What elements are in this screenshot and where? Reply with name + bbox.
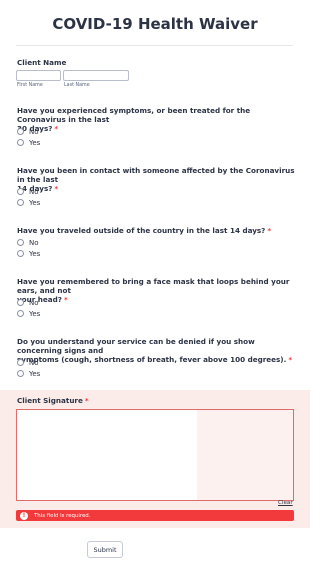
signature-label: Client Signature *: [17, 396, 297, 405]
question-3-label: Have you traveled outside of the country…: [17, 226, 297, 235]
question-3-text-line1: Have you traveled outside of the country…: [17, 226, 266, 235]
last-name-input[interactable]: [63, 70, 129, 81]
question-5-text-line1: Do you understand your service can be de…: [17, 337, 255, 355]
form-title: COVID-19 Health Waiver: [52, 15, 258, 33]
radio-icon[interactable]: [17, 139, 24, 146]
radio-icon[interactable]: [17, 188, 24, 195]
alert-icon: !: [20, 511, 28, 520]
question-5-label: Do you understand your service can be de…: [17, 337, 297, 364]
error-message: ! This field is required.: [16, 510, 294, 521]
question-4-option-no[interactable]: No: [17, 298, 39, 307]
submit-button[interactable]: Submit: [87, 541, 123, 558]
option-label: No: [29, 238, 39, 247]
first-name-sublabel: First Name: [17, 83, 43, 88]
question-1-text-line1: Have you experienced symptoms, or been t…: [17, 106, 251, 124]
required-marker: *: [84, 396, 89, 405]
radio-icon[interactable]: [17, 239, 24, 246]
question-2-label: Have you been in contact with someone af…: [17, 166, 297, 193]
signature-pad-shade: [197, 410, 293, 500]
radio-icon[interactable]: [17, 359, 24, 366]
required-marker: *: [288, 355, 293, 364]
question-1-option-yes[interactable]: Yes: [17, 138, 40, 147]
question-1-label: Have you experienced symptoms, or been t…: [17, 106, 297, 133]
option-label: Yes: [29, 198, 41, 207]
question-3-option-no[interactable]: No: [17, 238, 39, 247]
radio-icon[interactable]: [17, 299, 24, 306]
option-label: Yes: [29, 249, 41, 258]
question-5-option-no[interactable]: No: [17, 358, 39, 367]
radio-icon[interactable]: [17, 250, 24, 257]
client-name-label: Client Name: [17, 58, 67, 67]
option-label: No: [29, 358, 39, 367]
question-4-option-yes[interactable]: Yes: [17, 309, 40, 318]
radio-icon[interactable]: [17, 199, 24, 206]
question-2-text-line1: Have you been in contact with someone af…: [17, 166, 295, 184]
error-text: This field is required.: [34, 512, 91, 519]
question-2-option-no[interactable]: No: [17, 187, 39, 196]
required-marker: *: [54, 184, 59, 193]
first-name-input[interactable]: [16, 70, 61, 81]
radio-icon[interactable]: [17, 128, 24, 135]
title-divider: [16, 45, 293, 46]
question-3-option-yes[interactable]: Yes: [17, 249, 40, 258]
signature-pad[interactable]: [16, 409, 294, 501]
question-2-option-yes[interactable]: Yes: [17, 198, 40, 207]
radio-icon[interactable]: [17, 310, 24, 317]
required-marker: *: [63, 295, 68, 304]
option-label: No: [29, 127, 39, 136]
clear-signature-link[interactable]: Clear: [278, 500, 293, 506]
option-label: No: [29, 187, 39, 196]
option-label: Yes: [29, 138, 41, 147]
radio-icon[interactable]: [17, 370, 24, 377]
required-marker: *: [267, 226, 272, 235]
option-label: Yes: [29, 369, 41, 378]
question-5-option-yes[interactable]: Yes: [17, 369, 40, 378]
option-label: Yes: [29, 309, 41, 318]
required-marker: *: [54, 124, 59, 133]
signature-label-text: Client Signature: [17, 396, 83, 405]
question-4-text-line1: Have you remembered to bring a face mask…: [17, 277, 290, 295]
last-name-sublabel: Last Name: [64, 83, 90, 88]
question-4-label: Have you remembered to bring a face mask…: [17, 277, 297, 304]
option-label: No: [29, 298, 39, 307]
question-1-option-no[interactable]: No: [17, 127, 39, 136]
question-5-text-line2: symptoms (cough, shortness of breath, fe…: [17, 355, 287, 364]
